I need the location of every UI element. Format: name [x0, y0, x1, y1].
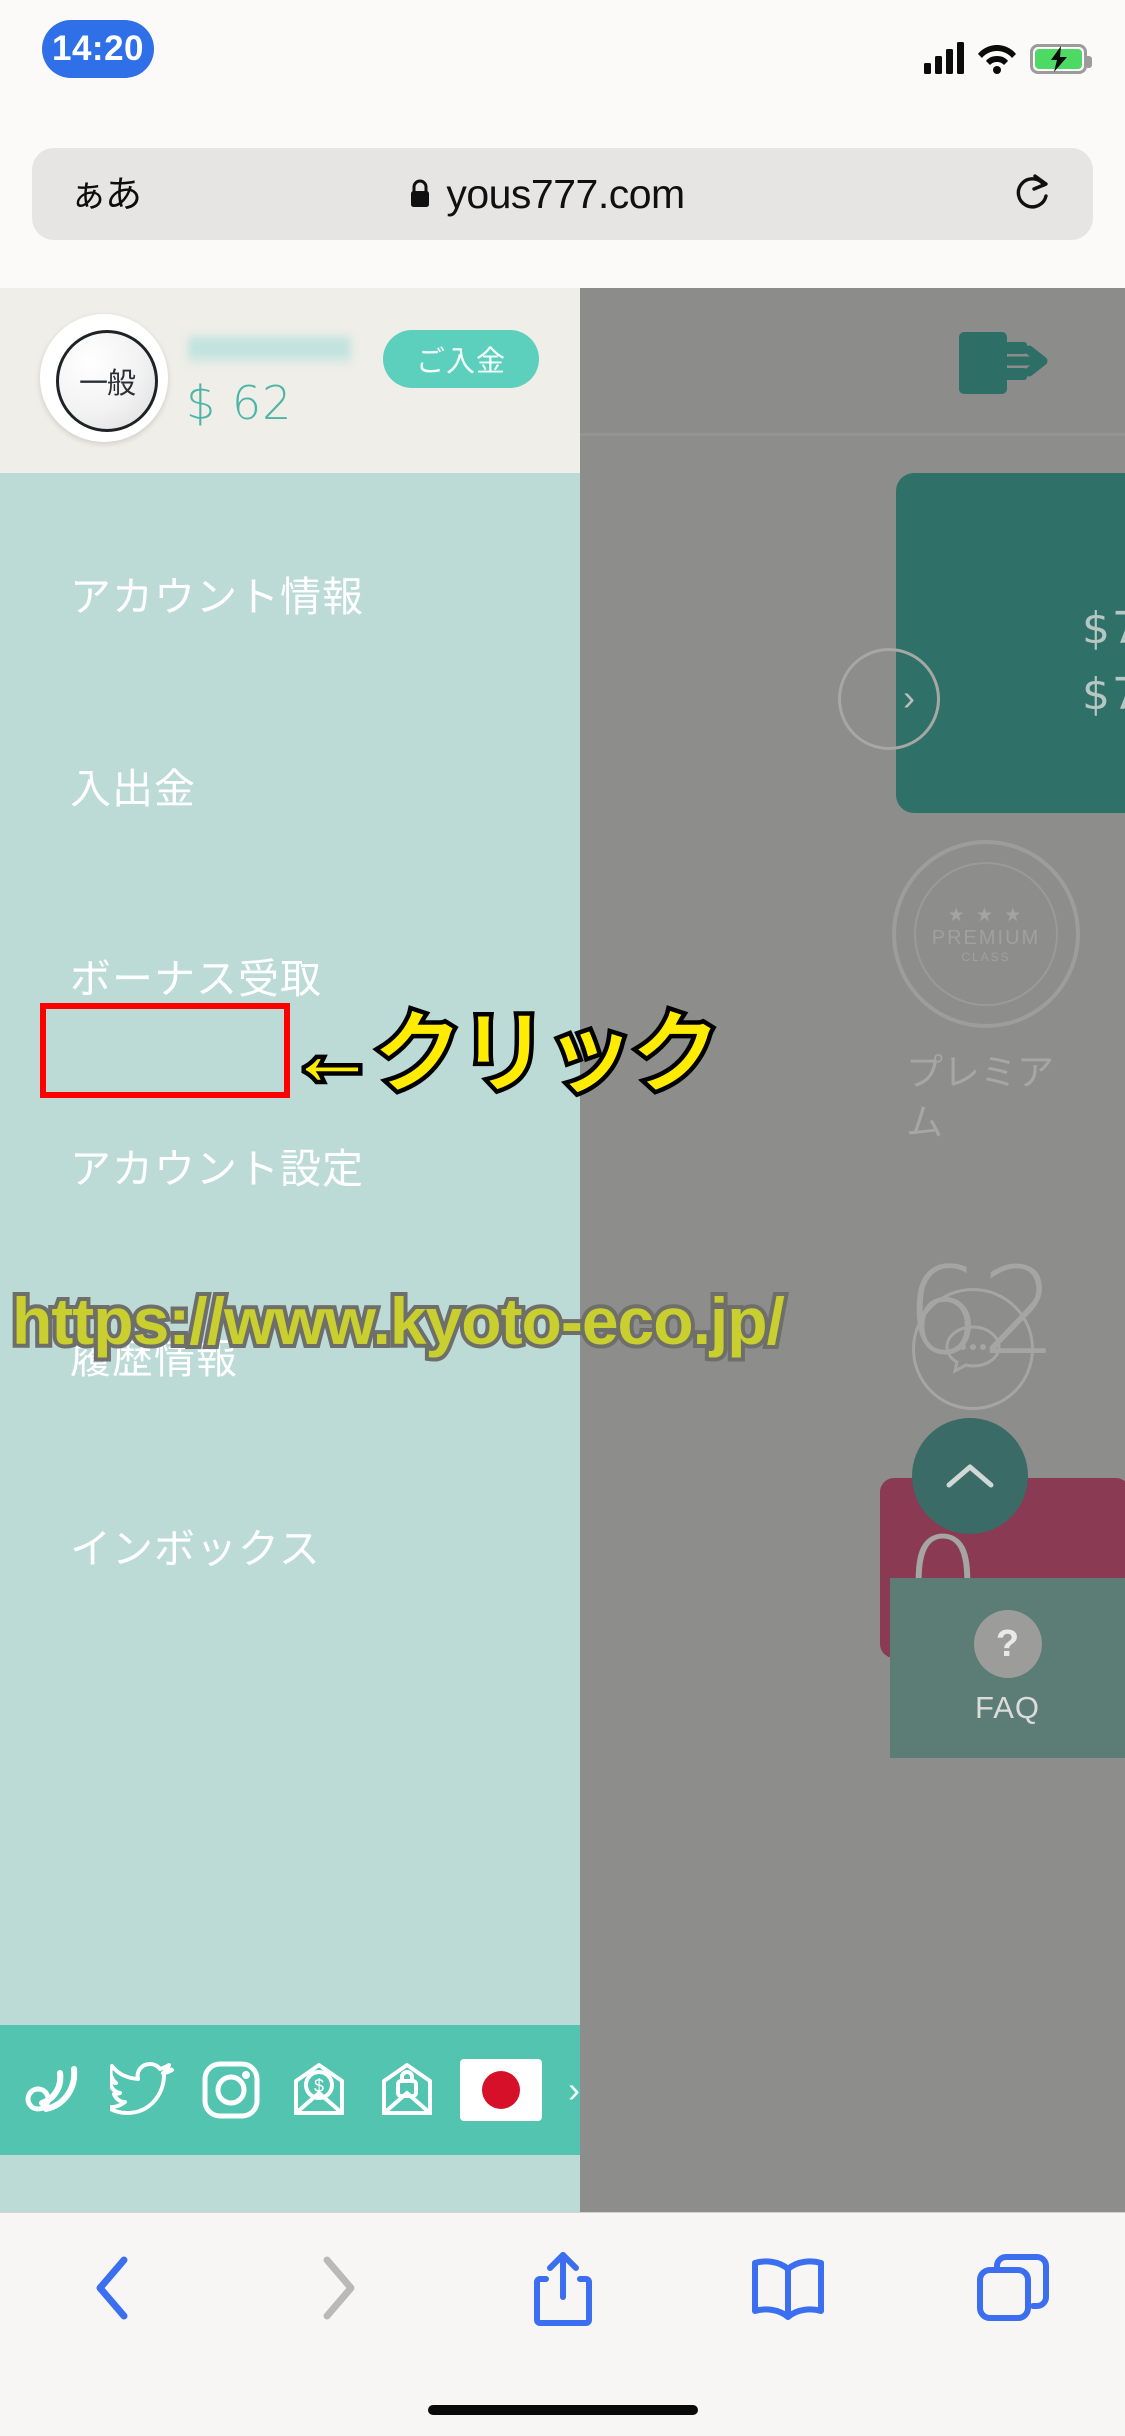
mail-lock-icon[interactable]	[370, 2053, 444, 2127]
status-time-pill: 14:20	[42, 20, 154, 78]
watermark-url: https://www.kyoto-eco.jp/	[8, 1284, 789, 1358]
cellular-bars-icon	[924, 42, 964, 74]
instagram-icon[interactable]	[194, 2053, 268, 2127]
status-time: 14:20	[51, 29, 145, 68]
home-indicator	[427, 2405, 698, 2415]
card-amount-1: $70	[1082, 603, 1125, 654]
reload-icon[interactable]	[1013, 172, 1053, 216]
menu-item-bonus[interactable]: ボーナス受取	[0, 943, 580, 1006]
avatar[interactable]: 一般	[56, 330, 158, 432]
premium-label: プレミアム	[906, 1052, 1054, 1143]
faq-label: FAQ	[974, 1690, 1040, 1725]
forward-button	[225, 2252, 450, 2324]
chat-bubble-icon[interactable]	[912, 1288, 1034, 1410]
username-masked	[188, 336, 351, 364]
back-button[interactable]	[0, 2252, 225, 2324]
carousel-next-button[interactable]: ›	[838, 648, 940, 750]
japan-flag-icon[interactable]	[460, 2059, 542, 2121]
bookmarks-button[interactable]	[675, 2255, 900, 2321]
share-button[interactable]	[450, 2249, 675, 2327]
menu-item-account-info[interactable]: アカウント情報	[0, 561, 580, 624]
premium-stars: ★ ★ ★	[947, 905, 1025, 926]
premium-badge-text: PREMIUM	[931, 927, 1041, 949]
chevron-right-icon[interactable]: ›	[568, 2069, 580, 2111]
faq-button[interactable]: ? FAQ	[890, 1578, 1125, 1758]
avatar-rank-label: 一般	[78, 368, 136, 400]
deposit-button[interactable]: ご入金	[383, 330, 539, 388]
address-bar[interactable]: ぁあ yous777.com	[32, 148, 1093, 240]
menu-item-account-settings[interactable]: アカウント設定	[0, 1133, 580, 1196]
wifi-icon	[978, 45, 1016, 74]
menu-label: アカウント情報	[70, 573, 364, 620]
phone-screen: 14:20 ぁあ yous777.com $ $ › ★ ★ ★ PREMIUM…	[0, 0, 1125, 2436]
drawer-header: 一般 $ 62 ご入金	[0, 288, 580, 473]
status-bar: 14:20	[0, 0, 1125, 100]
side-drawer: 一般 $ 62 ご入金 アカウント情報 入出金 ボーナス受取 アカウント設定 履…	[0, 288, 580, 2258]
mail-money-icon[interactable]: $	[282, 2053, 356, 2127]
address-bar-content[interactable]: yous777.com	[80, 171, 1013, 218]
click-annotation: ←クリック	[283, 1004, 724, 1103]
menu-item-inbox[interactable]: インボックス	[0, 1513, 580, 1576]
deposit-button-label: ご入金	[415, 346, 506, 378]
menu-label: アカウント設定	[70, 1145, 364, 1192]
blog-icon[interactable]	[18, 2053, 92, 2127]
highlight-box-account-settings	[40, 1003, 290, 1098]
social-bar: $ ›	[0, 2025, 580, 2155]
battery-charging-icon	[1030, 44, 1092, 74]
chevron-up-icon[interactable]	[912, 1418, 1028, 1534]
twitter-icon[interactable]	[106, 2053, 180, 2127]
avatar-ring: 一般	[40, 314, 168, 442]
menu-item-deposit-withdraw[interactable]: 入出金	[0, 753, 580, 816]
drawer-filler	[0, 1608, 580, 2258]
background-offer-card[interactable]: $70 $75	[896, 473, 1125, 813]
status-indicators	[924, 22, 1092, 74]
url-text: yous777.com	[446, 170, 685, 217]
svg-text:$: $	[314, 2076, 324, 2096]
menu-label: ボーナス受取	[70, 955, 322, 1002]
tabs-button[interactable]	[900, 2252, 1125, 2324]
lock-icon	[411, 179, 430, 207]
card-amount-2: $75	[1082, 669, 1125, 720]
premium-badge: ★ ★ ★ PREMIUM CLASS	[892, 840, 1080, 1028]
premium-badge-sub: CLASS	[961, 950, 1011, 964]
browser-toolbar-top: ぁあ yous777.com	[0, 100, 1125, 289]
question-mark-icon: ?	[973, 1610, 1042, 1678]
menu-label: 入出金	[70, 765, 196, 812]
menu-label: インボックス	[70, 1525, 321, 1572]
balance-amount: $ 62	[186, 376, 293, 430]
browser-toolbar-bottom	[0, 2212, 1125, 2436]
wallet-logout-icon[interactable]	[957, 322, 1053, 402]
